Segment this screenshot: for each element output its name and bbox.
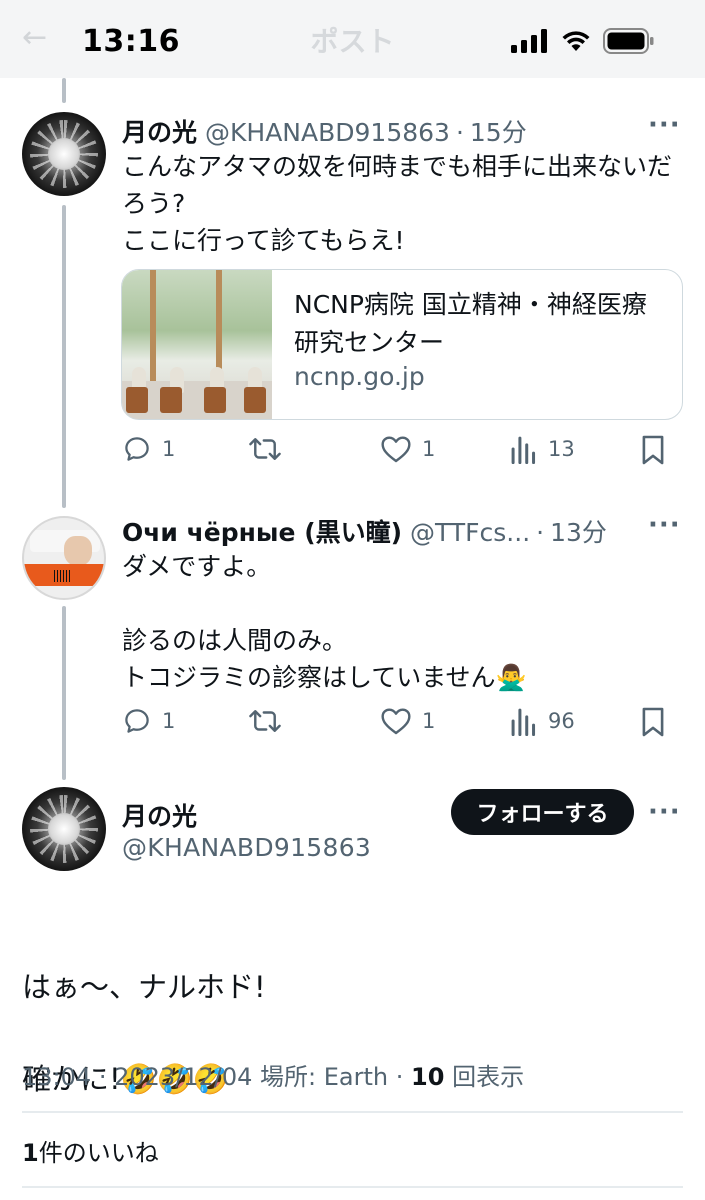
thread-line bbox=[62, 606, 66, 780]
author-name[interactable]: Очи чёрные (黒い瞳) bbox=[122, 513, 402, 549]
views-count: 10 bbox=[411, 1063, 445, 1091]
reply-count: 1 bbox=[162, 709, 176, 733]
timestamp[interactable]: 15分 bbox=[470, 113, 527, 149]
heart-icon bbox=[381, 708, 411, 735]
battery-icon bbox=[603, 28, 654, 54]
bookmark-button[interactable] bbox=[640, 434, 666, 466]
wifi-icon bbox=[562, 31, 590, 51]
author-name[interactable]: 月の光 bbox=[122, 797, 197, 833]
like-button[interactable]: 1 bbox=[380, 706, 435, 736]
heart-icon bbox=[381, 436, 411, 463]
like-button[interactable]: 1 bbox=[380, 434, 435, 464]
main-tweet-text: はぁ〜、ナルホド! 確かに!🤣🤣🤣 bbox=[22, 918, 266, 1148]
reply-button[interactable]: 1 bbox=[122, 434, 175, 464]
avatar[interactable] bbox=[22, 112, 106, 196]
tweet-actions: 1 1 13 bbox=[122, 434, 682, 470]
views-count: 13 bbox=[548, 437, 575, 461]
main-tweet-line: はぁ〜、ナルホド! bbox=[22, 970, 266, 1004]
repost-icon bbox=[249, 710, 281, 732]
timestamp[interactable]: 13分 bbox=[550, 513, 607, 549]
repost-button[interactable] bbox=[248, 706, 292, 736]
clock: 13:16 bbox=[82, 24, 180, 59]
tweet-header: Очи чёрные (黒い瞳) @TTFcs... · 13分 bbox=[122, 513, 607, 549]
more-icon[interactable]: ··· bbox=[648, 510, 681, 540]
tweet-text: ダメですよ。 診るのは人間のみ。 トコジラミの診察はしていません🙅‍♂️ bbox=[122, 552, 527, 692]
avatar[interactable] bbox=[22, 516, 106, 600]
separator-dot: · bbox=[536, 518, 545, 547]
follow-button[interactable]: フォローする bbox=[451, 789, 634, 835]
like-count: 1 bbox=[422, 709, 436, 733]
likes-label: 件のいいね bbox=[38, 1139, 159, 1167]
views-label: 回表示 bbox=[452, 1063, 525, 1091]
tweet-actions: 1 1 96 bbox=[122, 706, 682, 742]
more-icon[interactable]: ··· bbox=[648, 110, 681, 140]
tweet-meta: 13:04 · 2023/12/04 場所: Earth · 10 回表示 bbox=[22, 1063, 525, 1091]
repost-button[interactable] bbox=[248, 434, 292, 464]
author-handle[interactable]: @TTFcs... bbox=[410, 518, 530, 547]
author-name[interactable]: 月の光 bbox=[122, 113, 197, 149]
status-icons bbox=[511, 28, 655, 54]
bookmark-icon bbox=[642, 435, 664, 465]
link-card[interactable]: NCNP病院 国立精神・神経医療研究センター ncnp.go.jp bbox=[121, 269, 683, 420]
link-card-title: NCNP病院 国立精神・神経医療研究センター bbox=[294, 290, 647, 357]
like-count: 1 bbox=[422, 437, 436, 461]
more-icon[interactable]: ··· bbox=[648, 797, 681, 827]
thread-line bbox=[62, 78, 66, 103]
status-bar: ← ポスト 13:16 bbox=[0, 0, 705, 78]
author-handle[interactable]: @KHANABD915863 bbox=[205, 118, 450, 147]
reply-icon bbox=[125, 437, 149, 461]
link-card-image bbox=[122, 270, 272, 419]
signal-icon bbox=[511, 29, 547, 53]
divider bbox=[22, 1186, 683, 1188]
reply-count: 1 bbox=[162, 437, 176, 461]
thread-line bbox=[62, 205, 66, 508]
tweet-header: 月の光 @KHANABD915863 · 15分 bbox=[122, 113, 527, 149]
reply-icon bbox=[125, 709, 149, 733]
likes-summary[interactable]: 1件のいいね bbox=[22, 1133, 159, 1168]
avatar[interactable] bbox=[22, 787, 106, 871]
analytics-icon bbox=[511, 708, 536, 736]
views-button[interactable]: 13 bbox=[510, 434, 575, 464]
author-handle[interactable]: @KHANABD915863 bbox=[122, 833, 371, 862]
separator-dot: · bbox=[455, 118, 464, 147]
divider bbox=[22, 1111, 683, 1113]
likes-count: 1 bbox=[22, 1139, 39, 1167]
repost-icon bbox=[249, 438, 281, 460]
views-button[interactable]: 96 bbox=[510, 706, 575, 736]
post-date[interactable]: 2023/12/04 bbox=[114, 1063, 252, 1091]
bookmark-icon bbox=[642, 707, 664, 737]
tweet-text: こんなアタマの奴を何時までも相手に出来ないだろう? ここに行って診てもらえ! bbox=[122, 152, 673, 255]
bookmark-button[interactable] bbox=[640, 706, 666, 738]
views-count: 96 bbox=[548, 709, 575, 733]
link-card-domain: ncnp.go.jp bbox=[294, 362, 425, 391]
analytics-icon bbox=[511, 436, 536, 464]
post-location: 場所: Earth bbox=[260, 1063, 389, 1091]
reply-button[interactable]: 1 bbox=[122, 706, 175, 736]
post-time[interactable]: 13:04 bbox=[22, 1063, 91, 1091]
